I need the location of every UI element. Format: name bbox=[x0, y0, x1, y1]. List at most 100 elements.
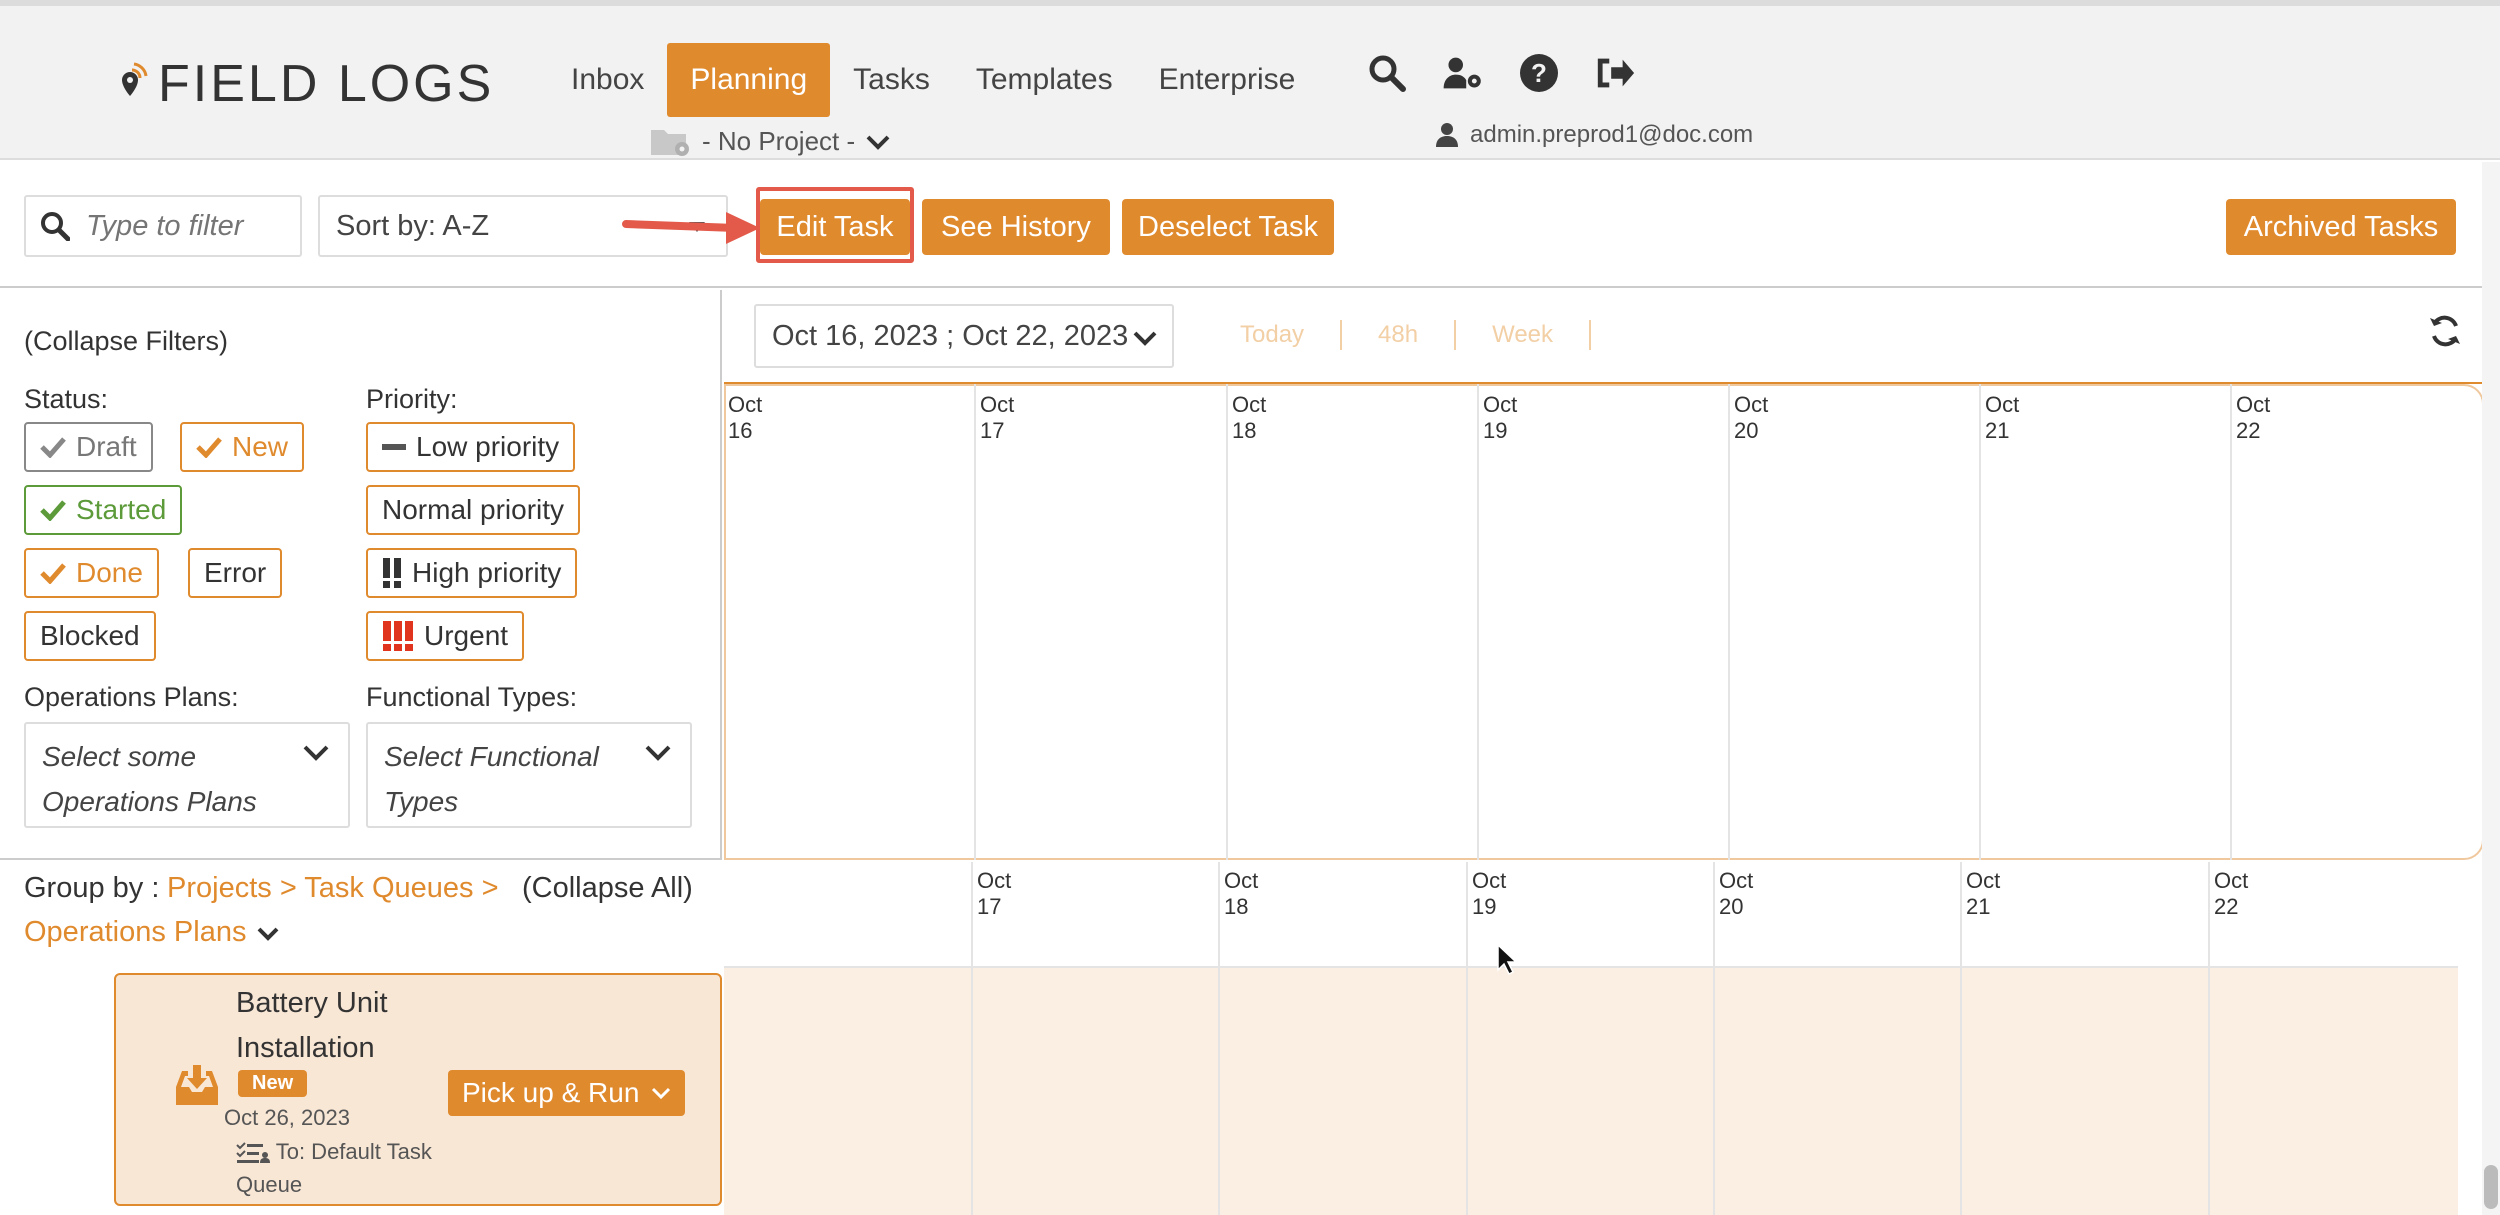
deselect-task-button[interactable]: Deselect Task bbox=[1122, 199, 1334, 255]
day-column: Oct 20 bbox=[1728, 384, 1768, 860]
nav-templates[interactable]: Templates bbox=[953, 43, 1136, 117]
priority-urgent-label: Urgent bbox=[424, 620, 509, 651]
priority-high-label: High priority bbox=[412, 557, 562, 588]
priority-normal-label: Normal priority bbox=[382, 494, 565, 525]
status-chip-new[interactable]: New bbox=[180, 422, 305, 472]
day-label: Oct 16 bbox=[728, 392, 763, 443]
user-settings-icon[interactable] bbox=[1442, 52, 1484, 94]
nav-planning[interactable]: Planning bbox=[667, 43, 831, 117]
func-types-placeholder: Select Functional Types bbox=[384, 741, 599, 817]
status-chip-started[interactable]: Started bbox=[24, 485, 183, 535]
header-icons: ? bbox=[1366, 52, 1636, 94]
refresh-icon[interactable] bbox=[2428, 314, 2462, 353]
func-types-select[interactable]: Select Functional Types bbox=[366, 722, 692, 828]
main-nav: Inbox Planning Tasks Templates Enterpris… bbox=[548, 43, 1318, 117]
range-week[interactable]: Week bbox=[1456, 321, 1589, 349]
search-icon[interactable] bbox=[1366, 52, 1408, 94]
sort-label: Sort by: A-Z bbox=[336, 209, 490, 242]
caret-down-icon[interactable] bbox=[256, 926, 280, 942]
logo[interactable]: FIELD LOGS bbox=[112, 54, 494, 114]
timeline-row bbox=[724, 966, 2458, 1215]
calendar-top: Oct 16, 2023 ; Oct 22, 2023 Today 48h We… bbox=[724, 290, 2484, 860]
check-icon bbox=[40, 437, 66, 458]
minus-icon bbox=[382, 444, 406, 450]
chevron-down-icon bbox=[645, 745, 671, 761]
logo-text: FIELD LOGS bbox=[158, 55, 495, 113]
ops-plans-label: Operations Plans: bbox=[24, 682, 239, 712]
user-email: admin.preprod1@doc.com bbox=[1470, 121, 1754, 148]
status-done-label: Done bbox=[76, 557, 143, 588]
day-column: Oct 19 bbox=[1466, 862, 1506, 1215]
status-new-label: New bbox=[232, 431, 289, 462]
day-column: Oct 21 bbox=[1979, 384, 2019, 860]
user-info: admin.preprod1@doc.com bbox=[1436, 121, 1753, 149]
task-queue-icon bbox=[236, 1142, 270, 1164]
project-selector[interactable]: - No Project - bbox=[650, 126, 891, 157]
task-date: Oct 26, 2023 bbox=[224, 1105, 350, 1130]
collapse-all-link[interactable]: (Collapse All) bbox=[522, 872, 693, 905]
day-label: Oct 18 bbox=[1224, 868, 1259, 919]
priority-chip-high[interactable]: High priority bbox=[366, 548, 578, 598]
collapse-filters-link[interactable]: (Collapse Filters) bbox=[24, 326, 228, 357]
check-icon bbox=[40, 500, 66, 521]
filter-panel: (Collapse Filters) Status: Priority: Dra… bbox=[0, 290, 722, 860]
status-blocked-label: Blocked bbox=[40, 620, 140, 651]
task-card[interactable]: Battery Unit Installation New Oct 26, 20… bbox=[114, 973, 722, 1206]
group-by-bar: Group by : Projects > Task Queues > (Col… bbox=[0, 862, 722, 962]
status-chip-blocked[interactable]: Blocked bbox=[24, 611, 156, 661]
group-by-label: Group by : bbox=[24, 872, 160, 904]
priority-label: Priority: bbox=[366, 384, 458, 414]
day-column: Oct 18 bbox=[1226, 384, 1266, 860]
group-by-path[interactable]: Projects > Task Queues > bbox=[167, 872, 499, 905]
status-error-label: Error bbox=[204, 557, 267, 588]
help-icon[interactable]: ? bbox=[1518, 52, 1560, 94]
logout-icon[interactable] bbox=[1594, 52, 1636, 94]
day-column: Oct 17 bbox=[974, 384, 1014, 860]
double-exclamation-icon bbox=[383, 558, 401, 588]
calendar-bottom: Oct 17 Oct 18 Oct 19 Oct 20 Oct 21 Oct 2… bbox=[724, 862, 2458, 1215]
mouse-cursor-icon bbox=[1497, 944, 1518, 976]
filter-input[interactable] bbox=[86, 209, 286, 243]
priority-chip-urgent[interactable]: Urgent bbox=[366, 611, 525, 661]
day-column: Oct 21 bbox=[1960, 862, 2000, 1215]
nav-enterprise[interactable]: Enterprise bbox=[1136, 43, 1319, 117]
day-column: Oct 19 bbox=[1477, 384, 1517, 860]
status-badge: New bbox=[238, 1070, 308, 1097]
status-chip-draft[interactable]: Draft bbox=[24, 422, 153, 472]
filter-box[interactable] bbox=[24, 195, 302, 257]
status-started-label: Started bbox=[76, 494, 167, 525]
priority-chip-normal[interactable]: Normal priority bbox=[366, 485, 581, 535]
status-label: Status: bbox=[24, 384, 109, 414]
func-types-label: Functional Types: bbox=[366, 682, 578, 712]
date-range-picker[interactable]: Oct 16, 2023 ; Oct 22, 2023 bbox=[754, 304, 1174, 368]
range-today[interactable]: Today bbox=[1204, 321, 1340, 349]
nav-inbox[interactable]: Inbox bbox=[548, 43, 667, 117]
group-by-path-ops[interactable]: Operations Plans bbox=[24, 916, 246, 949]
inbox-download-icon bbox=[174, 1063, 220, 1112]
nav-tasks[interactable]: Tasks bbox=[830, 43, 953, 117]
day-column: Oct 20 bbox=[1713, 862, 1753, 1215]
status-chip-done[interactable]: Done bbox=[24, 548, 159, 598]
ops-plans-select[interactable]: Select some Operations Plans bbox=[24, 722, 350, 828]
user-icon bbox=[1436, 123, 1458, 147]
pick-up-run-button[interactable]: Pick up & Run bbox=[448, 1070, 686, 1116]
date-range-value: Oct 16, 2023 ; Oct 22, 2023 bbox=[772, 319, 1129, 352]
chevron-down-icon bbox=[1133, 331, 1157, 346]
day-column: Oct 22 bbox=[2230, 384, 2270, 860]
see-history-button[interactable]: See History bbox=[922, 199, 1110, 255]
chevron-down-icon bbox=[866, 135, 890, 150]
range-48h[interactable]: 48h bbox=[1342, 321, 1454, 349]
scrollbar[interactable] bbox=[2482, 162, 2500, 1215]
scrollbar-thumb[interactable] bbox=[2484, 1165, 2498, 1209]
pick-up-run-label: Pick up & Run bbox=[462, 1077, 640, 1108]
archived-tasks-button[interactable]: Archived Tasks bbox=[2226, 199, 2456, 255]
priority-chip-low[interactable]: Low priority bbox=[366, 422, 576, 472]
triple-exclamation-icon bbox=[383, 621, 413, 651]
highlight-box bbox=[756, 187, 914, 263]
task-title: Battery Unit Installation bbox=[236, 987, 388, 1064]
status-chip-error[interactable]: Error bbox=[188, 548, 283, 598]
day-label: Oct 21 bbox=[1966, 868, 2001, 919]
day-label: Oct 19 bbox=[1472, 868, 1507, 919]
project-selector-label: - No Project - bbox=[702, 126, 856, 156]
ops-plans-placeholder: Select some Operations Plans bbox=[42, 741, 257, 817]
